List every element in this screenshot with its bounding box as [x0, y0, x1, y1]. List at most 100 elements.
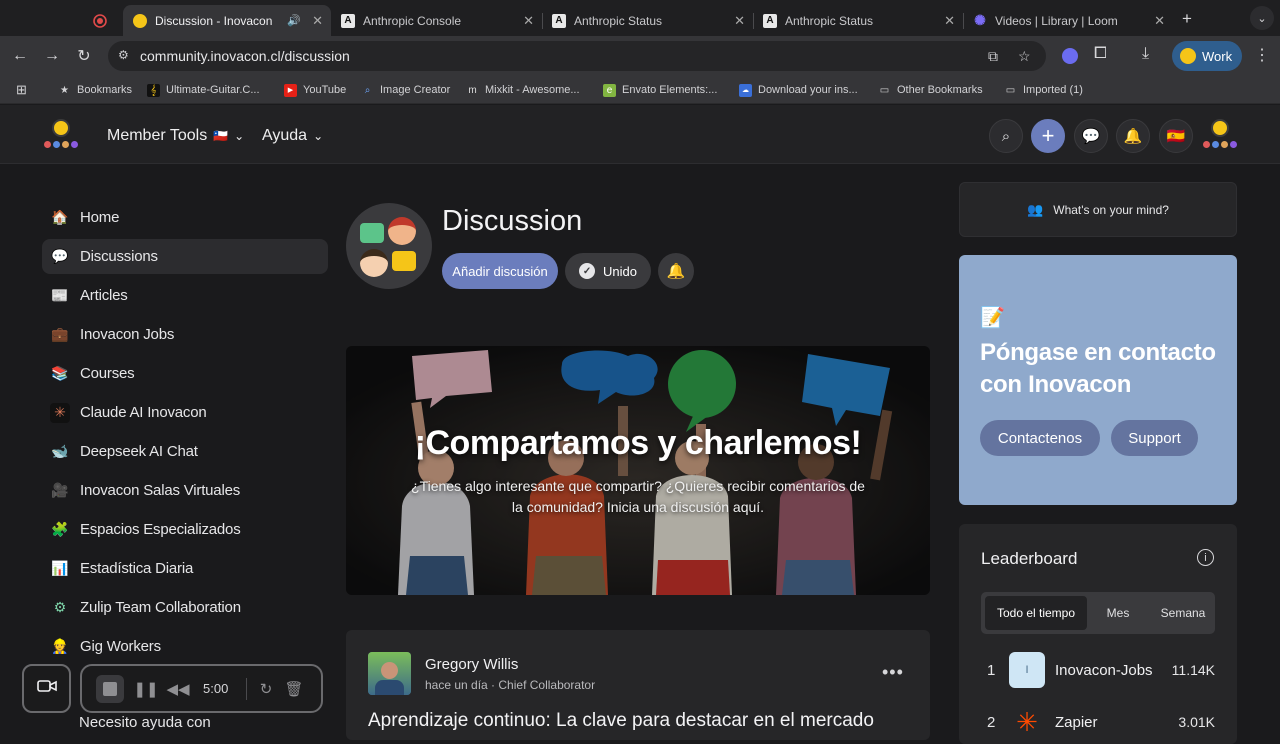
follow-notifications-button[interactable]: 🔔 [658, 253, 694, 289]
close-tab-icon[interactable]: ✕ [734, 13, 745, 29]
pause-icon[interactable]: ❚❚ [133, 676, 158, 702]
sidebar-item-estadistica[interactable]: 📊 Estadística Diaria [42, 551, 328, 586]
rewind-icon[interactable]: ◀◀ [166, 676, 190, 702]
loom-icon: ✺ [974, 12, 986, 28]
leaderboard-row[interactable]: 1 I Inovacon-Jobs 11.14K [981, 650, 1215, 690]
bookmark-image-creator[interactable]: ⌕ Image Creator [361, 81, 451, 99]
sidebar-item-zulip[interactable]: ⚙ Zulip Team Collaboration [42, 590, 328, 625]
plus-icon: + [1041, 123, 1055, 148]
bookmark-bookmarks[interactable]: ★ Bookmarks [58, 81, 132, 99]
profile-button[interactable]: Work [1172, 41, 1242, 71]
site-info-icon[interactable]: ⚙ [118, 48, 129, 62]
tab-loom[interactable]: ✺ Videos | Library | Loom ✕ [963, 5, 1173, 36]
whats-on-your-mind-button[interactable]: 👥 What's on your mind? [959, 182, 1237, 237]
close-tab-icon[interactable]: ✕ [523, 13, 534, 29]
leaderboard-row[interactable]: 2 ✳ Zapier 3.01K [981, 702, 1215, 742]
sidebar-item-espacios[interactable]: 🧩 Espacios Especializados [42, 512, 328, 547]
close-tab-icon[interactable]: ✕ [1154, 13, 1165, 29]
messages-button[interactable]: 💬 [1074, 119, 1108, 153]
back-arrow-icon[interactable]: ← [8, 44, 32, 68]
close-tab-icon[interactable]: ✕ [944, 13, 955, 29]
forward-arrow-icon[interactable]: → [40, 44, 64, 68]
joined-button[interactable]: ✓ Unido [565, 253, 651, 289]
sidebar-item-articles[interactable]: 📰 Articles [42, 278, 328, 313]
bookmark-download[interactable]: ☁ Download your ins... [739, 81, 858, 99]
bookmark-youtube[interactable]: ▶ YouTube [284, 81, 346, 99]
post-title[interactable]: Aprendizaje continuo: La clave para dest… [368, 710, 874, 732]
sidebar-item-courses[interactable]: 📚 Courses [42, 356, 328, 391]
add-discussion-button[interactable]: Añadir discusión [442, 253, 558, 289]
spain-flag-icon: 🇪🇸 [1166, 128, 1186, 145]
camera-toggle-button[interactable] [22, 664, 71, 713]
leaderboard-card: Leaderboard i Todo el tiempo Mes Semana … [959, 524, 1237, 744]
create-button[interactable]: + [1031, 119, 1065, 153]
address-bar[interactable]: ⚙ community.inovacon.cl/discussion ⧉ ☆ [108, 41, 1046, 71]
banner-subtitle: ¿Tienes algo interesante que compartir? … [411, 478, 865, 515]
search-button[interactable]: ⌕ [989, 119, 1023, 153]
install-app-icon[interactable]: ⧉ [988, 48, 998, 65]
discussion-post-card[interactable]: Gregory Willis hace un día · Chief Colla… [346, 630, 930, 740]
avatar: I [1009, 652, 1045, 688]
user-avatar[interactable] [1203, 119, 1237, 155]
tab-month[interactable]: Mes [1089, 596, 1147, 630]
sidebar-item-gig-workers[interactable]: 👷 Gig Workers [42, 629, 328, 664]
support-button[interactable]: Support [1111, 420, 1198, 456]
chevron-down-icon: ⌄ [313, 129, 324, 143]
member-tools-menu[interactable]: Member Tools 🇨🇱 ⌄ [107, 127, 244, 145]
download-icon[interactable]: ⤓ [1142, 45, 1149, 63]
tab-all-time[interactable]: Todo el tiempo [985, 596, 1087, 630]
bookmarks-bar: ⊞ ★ Bookmarks 𝄞 Ultimate-Guitar.C... ▶ YouT… [0, 76, 1280, 104]
bookmark-mixkit[interactable]: m Mixkit - Awesome... [466, 81, 579, 99]
tab-search-chevron-icon[interactable]: ⌄ [1250, 6, 1274, 30]
language-button[interactable]: 🇪🇸 [1159, 119, 1193, 153]
bookmark-ultimate-guitar[interactable]: 𝄞 Ultimate-Guitar.C... [147, 81, 260, 99]
star-icon: ★ [60, 84, 69, 96]
more-options-icon[interactable]: ••• [882, 662, 904, 683]
sidebar-item-salas[interactable]: 🎥 Inovacon Salas Virtuales [42, 473, 328, 508]
info-icon[interactable]: i [1197, 549, 1214, 566]
sidebar-item-claude[interactable]: ✳ Claude AI Inovacon [42, 395, 328, 430]
restart-icon[interactable]: ↻ [254, 676, 278, 702]
tab-anthropic-status-2[interactable]: A Anthropic Status ✕ [753, 5, 964, 36]
tab-discussion[interactable]: Discussion - Inovacon 🔊 ✕ [123, 5, 331, 36]
tab-anthropic-status-1[interactable]: A Anthropic Status ✕ [542, 5, 754, 36]
bookmark-other[interactable]: ▭ Other Bookmarks [878, 81, 983, 99]
tab-recording[interactable] [82, 5, 118, 36]
contact-us-button[interactable]: Contactenos [980, 420, 1100, 456]
zulip-icon: ⚙ [53, 599, 67, 615]
bookmark-star-icon[interactable]: ☆ [1018, 48, 1031, 65]
flag-icon: 🇨🇱 [213, 129, 229, 143]
folder-icon: ▭ [1005, 84, 1016, 96]
sidebar-item-jobs[interactable]: 💼 Inovacon Jobs [42, 317, 328, 352]
banner-title: ¡Compartamos y charlemos! [414, 424, 862, 462]
chart-icon: 📊 [51, 560, 69, 576]
envato-icon: e [603, 83, 616, 97]
sidebar-item-deepseek[interactable]: 🐋 Deepseek AI Chat [42, 434, 328, 469]
post-author[interactable]: Gregory Willis [425, 656, 518, 673]
avatar[interactable] [368, 652, 411, 695]
stop-button[interactable] [96, 675, 124, 703]
audio-playing-icon[interactable]: 🔊 [287, 14, 301, 27]
books-icon: 📚 [51, 365, 69, 381]
tab-week[interactable]: Semana [1151, 596, 1215, 630]
url-text[interactable]: community.inovacon.cl/discussion [140, 48, 350, 64]
sidebar-item-discussions[interactable]: 💬 Discussions [42, 239, 328, 274]
extensions-puzzle-icon[interactable]: ⧠ [1094, 45, 1107, 63]
sidebar-item-home[interactable]: 🏠 Home [42, 200, 328, 235]
trash-icon[interactable]: 🗑 [282, 676, 306, 702]
tab-anthropic-console[interactable]: A Anthropic Console ✕ [331, 5, 543, 36]
ayuda-menu[interactable]: Ayuda ⌄ [262, 127, 323, 145]
notifications-button[interactable]: 🔔 [1116, 119, 1150, 153]
close-tab-icon[interactable]: ✕ [312, 13, 323, 29]
inovacon-logo[interactable] [44, 119, 78, 155]
bookmark-imported[interactable]: ▭ Imported (1) [1004, 81, 1083, 99]
bookmark-envato[interactable]: e Envato Elements:... [603, 81, 717, 99]
apps-grid-icon[interactable]: ⊞ [16, 81, 27, 99]
kebab-menu-icon[interactable]: ⋮ [1254, 45, 1270, 65]
extension-icon[interactable] [1062, 48, 1078, 64]
tab-title: Discussion - Inovacon [155, 13, 273, 28]
new-tab-plus-icon[interactable]: + [1182, 9, 1192, 29]
tab-title: Anthropic Console [363, 13, 462, 28]
sidebar-item-help[interactable]: Necesito ayuda con [79, 714, 211, 731]
reload-icon[interactable]: ↻ [72, 44, 96, 68]
